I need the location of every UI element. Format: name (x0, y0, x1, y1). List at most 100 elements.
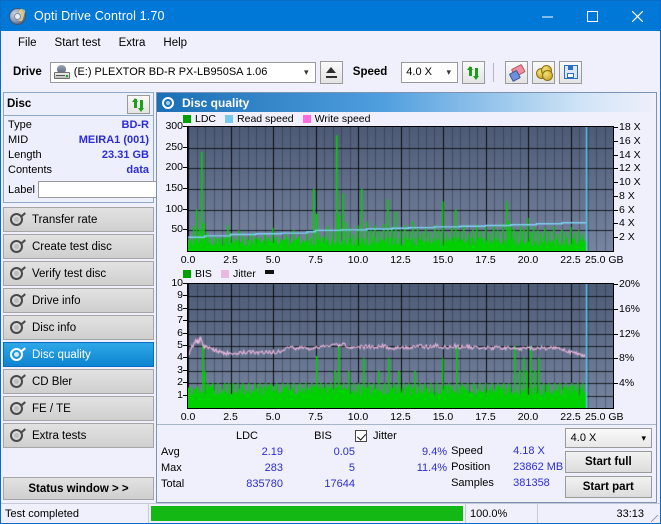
sidebar-item-fe-te[interactable]: FE / TE (3, 396, 154, 421)
stats-header-row: LDC BIS (161, 428, 355, 444)
sidebar-item-label: Disc info (32, 321, 77, 334)
status-window-button[interactable]: Status window > > (3, 477, 154, 500)
save-button[interactable] (559, 60, 583, 84)
disc-label-row: Label (8, 180, 241, 199)
position-value: 23862 MB (513, 461, 564, 473)
start-full-button[interactable]: Start full (564, 451, 653, 473)
disc-row-type: Type BD-R (8, 118, 149, 133)
refresh-button[interactable] (462, 60, 486, 84)
bitsetting-button[interactable] (532, 60, 556, 84)
disc-refresh-button[interactable] (127, 94, 150, 114)
y-axis-tick: 7 (177, 314, 183, 327)
sidebar-item-drive-info[interactable]: Drive info (3, 288, 154, 313)
disc-row-mid-value: MEIRA1 (001) (78, 134, 149, 146)
samples-value: 381358 (513, 477, 550, 489)
disc-icon (9, 427, 26, 443)
jitter-max-value: 11.4% (416, 462, 448, 474)
bis-chart[interactable]: BIS Jitter 10 9 8 7 6 5 4 3 2 1 20% 16% 12% 8% 4% 0.0 2.5 5… (157, 267, 656, 424)
y2-axis-tick: 20% (619, 278, 641, 291)
y2-axis-tickmark (614, 383, 618, 385)
menu-extra[interactable]: Extra (110, 34, 155, 52)
jitter-checkbox[interactable] (355, 430, 367, 442)
y-axis-tick: 50 (171, 223, 183, 236)
erase-button[interactable] (505, 60, 529, 84)
sidebar-item-label: CD Bler (32, 375, 73, 388)
maximize-icon[interactable] (570, 1, 615, 31)
window-controls (525, 1, 660, 31)
speed-select[interactable]: 4.0 X ▾ (401, 61, 459, 83)
y2-axis-tick: 10 X (619, 176, 641, 189)
resize-grip[interactable] (648, 504, 660, 523)
y-axis-tickmark (183, 345, 187, 347)
disc-row-contents-value: data (126, 164, 149, 176)
x-axis-tick: 20.0 (517, 411, 539, 424)
y-axis-tick: 150 (165, 182, 183, 194)
speed-stat-label: Speed (451, 445, 483, 457)
sidebar-item-disc-quality[interactable]: Disc quality (3, 342, 154, 367)
y-axis-tick: 1 (177, 388, 183, 401)
app-window: Opti Drive Control 1.70 File Start test … (0, 0, 661, 524)
disc-panel-header: Disc (4, 93, 153, 116)
menu-start-test[interactable]: Start test (46, 34, 110, 52)
legend-label: Read speed (237, 113, 294, 125)
jitter-label: Jitter (373, 430, 397, 442)
legend-swatch (183, 115, 191, 123)
disc-quality-panel: Disc quality LDC Read speed Write speed 300… (156, 92, 657, 503)
eject-button[interactable] (319, 60, 343, 84)
page-title: Disc quality (182, 95, 250, 110)
menu-file[interactable]: File (9, 34, 46, 52)
x-axis-tick: 10.0 (347, 254, 369, 266)
main-area: Disc quality LDC Read speed Write speed 300… (156, 89, 660, 503)
test-speed-select[interactable]: 4.0 X ▾ (564, 428, 653, 448)
drive-select[interactable]: (E:) PLEXTOR BD-R PX-LB950SA 1.06 ▾ (49, 61, 316, 83)
y-axis-tick: 3 (177, 363, 183, 376)
y-axis-tickmark (183, 295, 187, 297)
sidebar-item-verify-test-disc[interactable]: Verify test disc (3, 261, 154, 286)
x-axis-tick: 7.5 (308, 411, 323, 424)
disc-quality-icon (162, 96, 176, 109)
jitter-avg-value: 9.4% (422, 446, 448, 458)
sidebar-item-transfer-rate[interactable]: Transfer rate (3, 207, 154, 232)
sidebar-item-create-test-disc[interactable]: Create test disc (3, 234, 154, 259)
chart-legend: LDC Read speed Write speed (183, 113, 376, 125)
x-axis-tick: 12.5 (390, 411, 411, 424)
toolbar: Drive (E:) PLEXTOR BD-R PX-LB950SA 1.06 … (1, 55, 660, 89)
stats-row-max-ldc: 283 (264, 462, 283, 474)
y2-axis-tick: 2 X (619, 231, 635, 244)
sidebar-item-disc-info[interactable]: Disc info (3, 315, 154, 340)
y2-axis-tickmark (614, 209, 618, 211)
x-axis-tick: 17.5 (475, 411, 496, 424)
x-axis-tick: 10.0 (347, 411, 369, 424)
y2-axis-tick: 12 X (619, 162, 641, 175)
close-icon[interactable] (615, 1, 660, 31)
sidebar-item-cd-bler[interactable]: CD Bler (3, 369, 154, 394)
disc-panel-title: Disc (7, 98, 32, 110)
ldc-chart[interactable]: LDC Read speed Write speed 300 250 200 150 100 5… (157, 112, 656, 267)
sidebar-item-label: Transfer rate (32, 213, 98, 226)
plot-area (187, 283, 614, 410)
sidebar-item-label: Verify test disc (32, 267, 107, 280)
nav-list: Transfer rate Create test disc Verify te… (3, 207, 154, 448)
sidebar-item-extra-tests[interactable]: Extra tests (3, 423, 154, 448)
disc-row-contents: Contents data (8, 163, 149, 178)
x-axis-tick: 17.5 (475, 254, 496, 266)
chart-legend: BIS Jitter (183, 268, 274, 280)
y-axis-tickmark (183, 229, 187, 231)
plot-canvas (188, 284, 613, 409)
x-axis-tick: 5.0 (265, 411, 281, 424)
y-axis-tick: 9 (177, 289, 183, 302)
y-axis-tick: 6 (177, 326, 183, 339)
disc-row-mid-key: MID (8, 134, 29, 146)
menu-help[interactable]: Help (154, 34, 196, 52)
legend-swatch (302, 115, 311, 123)
minimize-icon[interactable] (525, 1, 570, 31)
stats-table: LDC BIS Avg 2.19 0.05 Max 283 5 Total 83… (161, 428, 355, 492)
sidebar: Disc Type BD-R MID MEIRA1 (001) Length 2… (1, 89, 241, 503)
y2-axis-tickmark (614, 182, 618, 184)
x-axis-tick: 15.0 (432, 254, 454, 266)
start-part-button[interactable]: Start part (564, 476, 653, 498)
eraser-icon (507, 63, 527, 82)
y2-axis-tickmark (614, 154, 618, 156)
disc-row-type-key: Type (8, 119, 32, 131)
